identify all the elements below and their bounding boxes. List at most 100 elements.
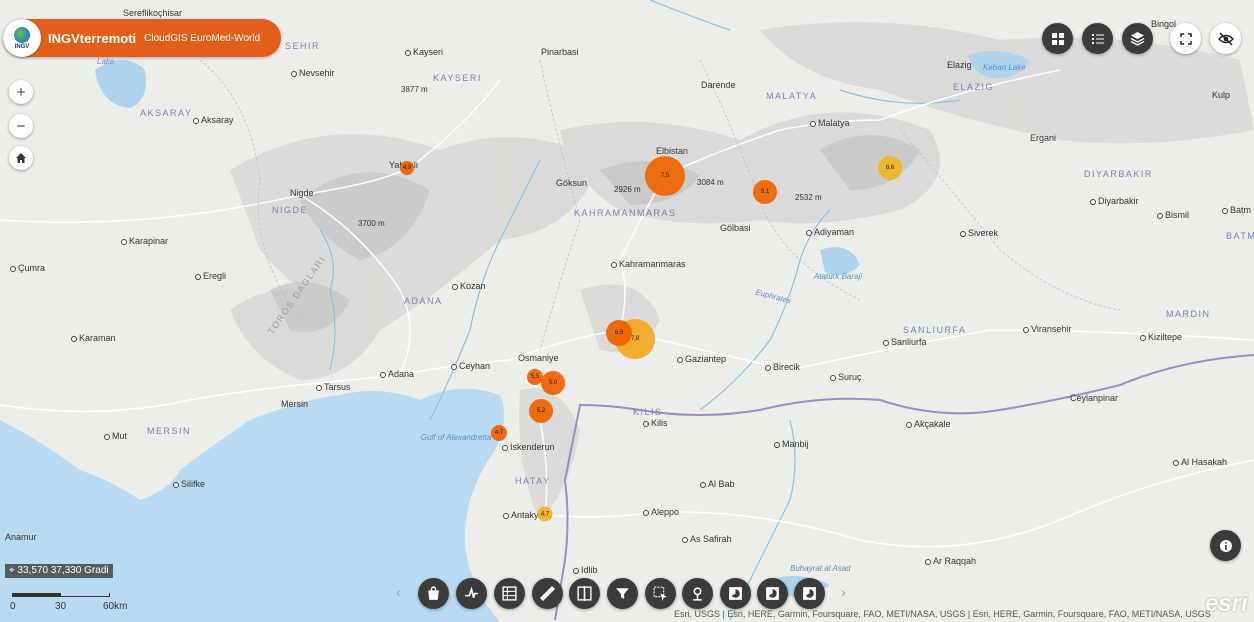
place-marker [121,238,127,245]
place-marker [452,283,458,290]
place-marker [193,117,199,124]
select-icon [653,586,667,601]
chart-button-2[interactable] [757,578,788,609]
earthquake-marker[interactable]: 4,7 [491,425,507,441]
region-label: SEHIR [285,41,321,51]
place-label: Birecik [765,362,800,373]
place-marker [700,481,706,488]
earthquake-magnitude: 6,6 [885,165,895,171]
locate-icon [693,587,702,601]
earthquake-marker[interactable]: 5,2 [529,399,553,423]
place-marker [765,364,771,371]
layers-icon [1130,32,1145,46]
logo-text: INGV [14,43,30,50]
elevation-label: 2926 m [614,185,641,194]
swipe-button[interactable] [569,578,600,609]
earthquake-magnitude: 5,1 [760,189,770,195]
earthquake-magnitude: 5,2 [536,408,546,414]
measure-button[interactable] [532,578,563,609]
place-label: Gaziantep [677,354,726,365]
filter-icon [616,588,629,599]
place-label: Manbij [774,439,809,450]
earthquake-marker[interactable]: 4,7 [537,506,553,522]
earthquake-marker[interactable]: 5,0 [541,371,565,395]
split-icon [577,586,592,601]
app-header: INGV INGVterremoti CloudGIS EuroMed-Worl… [3,19,281,57]
locate-button[interactable] [682,578,713,609]
grid-button[interactable] [1042,23,1073,54]
zoom-out-button[interactable]: − [9,114,33,138]
toolbar-prev-button[interactable]: ‹ [396,584,401,600]
region-label: BATMAN [1226,231,1254,241]
earthquake-marker[interactable]: 6,9 [606,320,632,346]
coordinate-text: 33,570 37,330 Gradi [17,565,109,576]
layers-button[interactable] [1122,23,1153,54]
basemap[interactable] [0,0,1254,622]
earthquake-magnitude: 4,7 [540,511,550,517]
region-label: HATAY [515,476,551,486]
region-label: NIGDE [272,205,309,215]
toolbar-next-button[interactable]: › [841,584,846,600]
earthquake-marker[interactable]: 6,6 [878,156,902,180]
app-subtitle: CloudGIS EuroMed-World [144,32,261,44]
ingv-logo: INGV [3,19,41,57]
earthquake-marker[interactable]: 7,5 [645,156,685,196]
place-marker [291,70,297,77]
place-marker [405,49,411,56]
place-marker [451,363,457,370]
plus-icon: + [16,83,26,101]
scale-label: 30 [55,601,67,612]
place-marker [71,335,77,342]
list-button[interactable] [1082,23,1113,54]
place-label: Malatya [810,118,850,129]
place-label: Aksaray [193,115,234,126]
earthquake-magnitude: 6,9 [614,330,624,336]
place-label: Kahramanmaras [611,259,686,270]
globe-icon [14,26,30,43]
place-marker [883,339,889,346]
chart-button[interactable] [720,578,751,609]
place-label: Viransehir [1023,324,1071,335]
table-icon [502,586,517,601]
place-label: Al Bab [700,479,735,490]
elevation-label: 3700 m [358,219,385,228]
place-marker [1173,459,1179,466]
place-label: Gölbasi [720,223,751,233]
place-marker [925,558,931,565]
zoom-in-button[interactable]: + [9,80,33,104]
region-label: MALATYA [766,91,818,101]
place-label: As Safirah [682,534,732,545]
earthquake-marker[interactable]: 5,1 [753,180,777,204]
bag-button[interactable] [418,578,449,609]
place-marker [195,273,201,280]
filter-button[interactable] [607,578,638,609]
fullscreen-button[interactable] [1170,23,1201,54]
map-attribution: Esri, USGS | Esri, HERE, Garmin, Foursqu… [674,609,1211,619]
chart-icon-2 [766,587,779,600]
select-button[interactable] [645,578,676,609]
place-label: Anamur [5,532,37,542]
place-marker [906,421,912,428]
home-button[interactable] [9,146,33,170]
region-label: KAYSERI [433,73,482,83]
eye-slash-icon [1217,31,1234,46]
place-label: Nevsehir [291,68,335,79]
place-label: Siverek [960,228,998,239]
minus-icon: − [16,117,26,135]
place-label: Osmaniye [518,353,559,363]
place-marker [173,481,179,488]
seismograph-button[interactable] [456,578,487,609]
chart-button-3[interactable] [794,578,825,609]
place-marker [1023,326,1029,333]
earthquake-magnitude: 4,7 [494,430,504,436]
water-label-buhayrat: Buhayrat al Asad [790,564,851,573]
table-button[interactable] [494,578,525,609]
place-label: Silifke [173,479,205,490]
place-marker [643,509,649,516]
place-label: Adiyaman [806,227,854,238]
coordinate-readout: ⌖ 33,570 37,330 Gradi [5,564,113,578]
info-button[interactable] [1210,530,1241,561]
region-label: AKSARAY [140,108,193,118]
hide-panels-button[interactable] [1210,23,1241,54]
earthquake-marker[interactable]: 4,9 [400,161,414,175]
